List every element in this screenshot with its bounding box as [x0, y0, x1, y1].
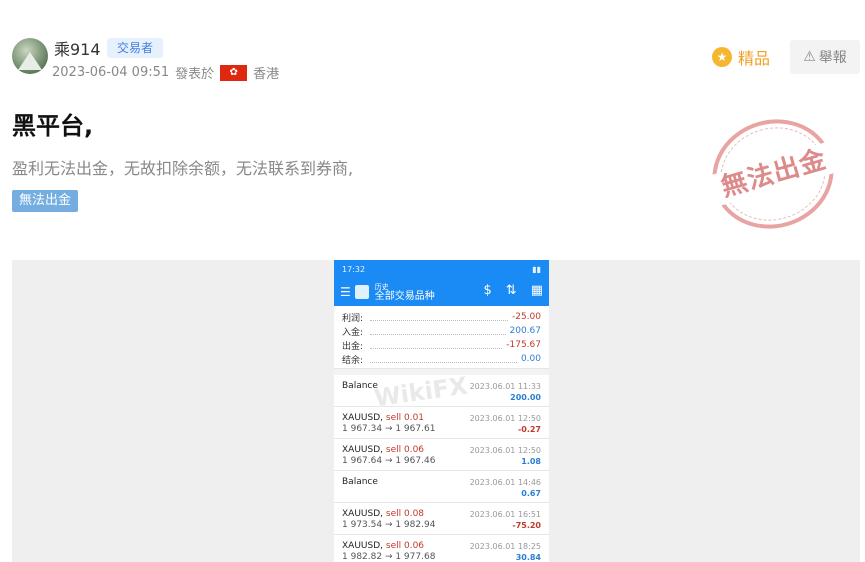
- transaction-side: sell 0.06: [385, 445, 425, 455]
- sort-icon: ⇅: [505, 283, 517, 298]
- medal-icon: ★: [712, 47, 732, 67]
- summary-label: 出金:: [342, 341, 364, 352]
- transaction-profit: -75.20: [512, 521, 541, 530]
- transaction-title: XAUUSD, sell 0.01: [342, 413, 424, 423]
- summary-row: 出金: -175.67: [342, 338, 541, 352]
- report-label: 舉報: [818, 50, 847, 66]
- transaction-date: 2023.06.01 14:46: [469, 478, 541, 487]
- transaction-profit: -0.27: [517, 425, 541, 434]
- transaction-prices: 1 973.54 → 1 982.94: [342, 520, 436, 530]
- transaction-side: sell 0.01: [385, 413, 425, 423]
- category-tag[interactable]: 無法出金: [12, 190, 79, 212]
- menu-icon: ☰: [340, 285, 351, 299]
- summary-value: -175.67: [506, 340, 541, 350]
- post-body: 盈利无法出金，无故扣除余额，无法联系到券商,: [12, 159, 354, 178]
- currency-icon: $: [483, 283, 492, 298]
- username[interactable]: 乘914: [54, 36, 101, 60]
- status-time: 17:32: [342, 264, 366, 274]
- summary-label: 入金:: [342, 327, 364, 338]
- post-meta: 2023-06-04 09:51 發表於 ✿ 香港: [52, 63, 279, 82]
- summary-value: 200.67: [509, 326, 542, 336]
- summary-row: 入金: 200.67: [342, 324, 541, 338]
- role-badge: 交易者: [107, 38, 164, 58]
- transaction-title: XAUUSD, sell 0.06: [342, 445, 424, 455]
- summary-row: 利润: -25.00: [342, 310, 541, 324]
- phone-status-bar: 17:32 ▮▮: [334, 260, 549, 278]
- summary-block: 利润: -25.00 入金: 200.67 出金: -175.67 结余: 0.00: [334, 306, 549, 368]
- avatar-image: [18, 52, 42, 70]
- post-location: 香港: [253, 67, 280, 82]
- image-gallery[interactable]: 17:32 ▮▮ ☰ 历史 全部交易品种 $ ⇅ ▦ 利润: -25.00 入金: 2…: [12, 260, 860, 562]
- transaction-symbol: XAUUSD,: [342, 509, 384, 519]
- transaction-row[interactable]: XAUUSD, sell 0.08 1 973.54 → 1 982.94 2023…: [334, 503, 549, 535]
- warning-icon: ⚠: [803, 49, 816, 65]
- transaction-date: 2023.06.01 12:50: [469, 446, 541, 455]
- post-title: 黑平台,: [12, 112, 94, 140]
- summary-value: 0.00: [520, 354, 541, 364]
- transaction-date: 2023.06.01 16:51: [469, 510, 541, 519]
- app-logo-icon: [354, 285, 369, 299]
- transaction-row[interactable]: XAUUSD, sell 0.06 1 982.82 → 1 977.68 2023…: [334, 535, 549, 562]
- transaction-date: 2023.06.01 12:50: [469, 414, 541, 423]
- post-date: 2023-06-04 09:51: [52, 65, 170, 80]
- summary-row: 结余: 0.00: [342, 352, 541, 366]
- leader-dots: [370, 342, 503, 349]
- leader-dots: [370, 314, 508, 321]
- transaction-symbol: XAUUSD,: [342, 541, 384, 551]
- report-button[interactable]: ⚠ 舉報: [790, 40, 860, 74]
- summary-label: 结余:: [342, 355, 364, 366]
- transaction-title: XAUUSD, sell 0.06: [342, 541, 424, 551]
- app-actions: $ ⇅ ▦: [484, 283, 543, 298]
- transaction-title: Balance: [342, 477, 378, 487]
- transaction-row[interactable]: XAUUSD, sell 0.01 1 967.34 → 1 967.61 2023…: [334, 407, 549, 439]
- battery-icon: ▮▮: [532, 264, 541, 274]
- transaction-title: XAUUSD, sell 0.08: [342, 509, 424, 519]
- transaction-date: 2023.06.01 11:33: [469, 382, 541, 391]
- leader-dots: [370, 328, 506, 335]
- transaction-side: sell 0.06: [385, 541, 425, 551]
- app-bar: ☰ 历史 全部交易品种 $ ⇅ ▦: [334, 278, 549, 306]
- transaction-row[interactable]: XAUUSD, sell 0.06 1 967.64 → 1 967.46 2023…: [334, 439, 549, 471]
- transaction-side: sell 0.08: [385, 509, 425, 519]
- hong-kong-flag-icon: ✿: [220, 64, 248, 81]
- transaction-profit: 200.00: [510, 393, 541, 402]
- transaction-prices: 1 967.34 → 1 967.61: [342, 424, 436, 434]
- transaction-profit: 1.08: [521, 457, 541, 466]
- transaction-symbol: XAUUSD,: [342, 445, 384, 455]
- avatar[interactable]: [12, 38, 48, 74]
- calendar-icon: ▦: [530, 283, 543, 298]
- transaction-symbol: XAUUSD,: [342, 413, 384, 423]
- transaction-date: 2023.06.01 18:25: [469, 542, 541, 551]
- leader-dots: [370, 356, 517, 363]
- app-title-block: 历史 全部交易品种: [375, 282, 435, 302]
- transaction-prices: 1 982.82 → 1 977.68: [342, 552, 436, 562]
- app-title: 全部交易品种: [374, 291, 435, 302]
- transaction-row[interactable]: Balance 2023.06.01 14:46 0.67: [334, 471, 549, 503]
- unable-to-withdraw-stamp: 無法出金: [699, 105, 847, 243]
- transaction-profit: 0.67: [521, 489, 541, 498]
- transaction-profit: 30.84: [515, 553, 541, 562]
- transaction-symbol: Balance: [342, 477, 378, 487]
- premium-label: 精品: [738, 49, 771, 68]
- phone-screenshot[interactable]: 17:32 ▮▮ ☰ 历史 全部交易品种 $ ⇅ ▦ 利润: -25.00 入金: 2…: [334, 260, 549, 562]
- summary-label: 利润:: [342, 313, 364, 324]
- transaction-prices: 1 967.64 → 1 967.46: [342, 456, 436, 466]
- summary-value: -25.00: [511, 312, 541, 322]
- posted-from-label: 發表於: [175, 67, 215, 82]
- premium-badge: ★ 精品: [712, 45, 770, 69]
